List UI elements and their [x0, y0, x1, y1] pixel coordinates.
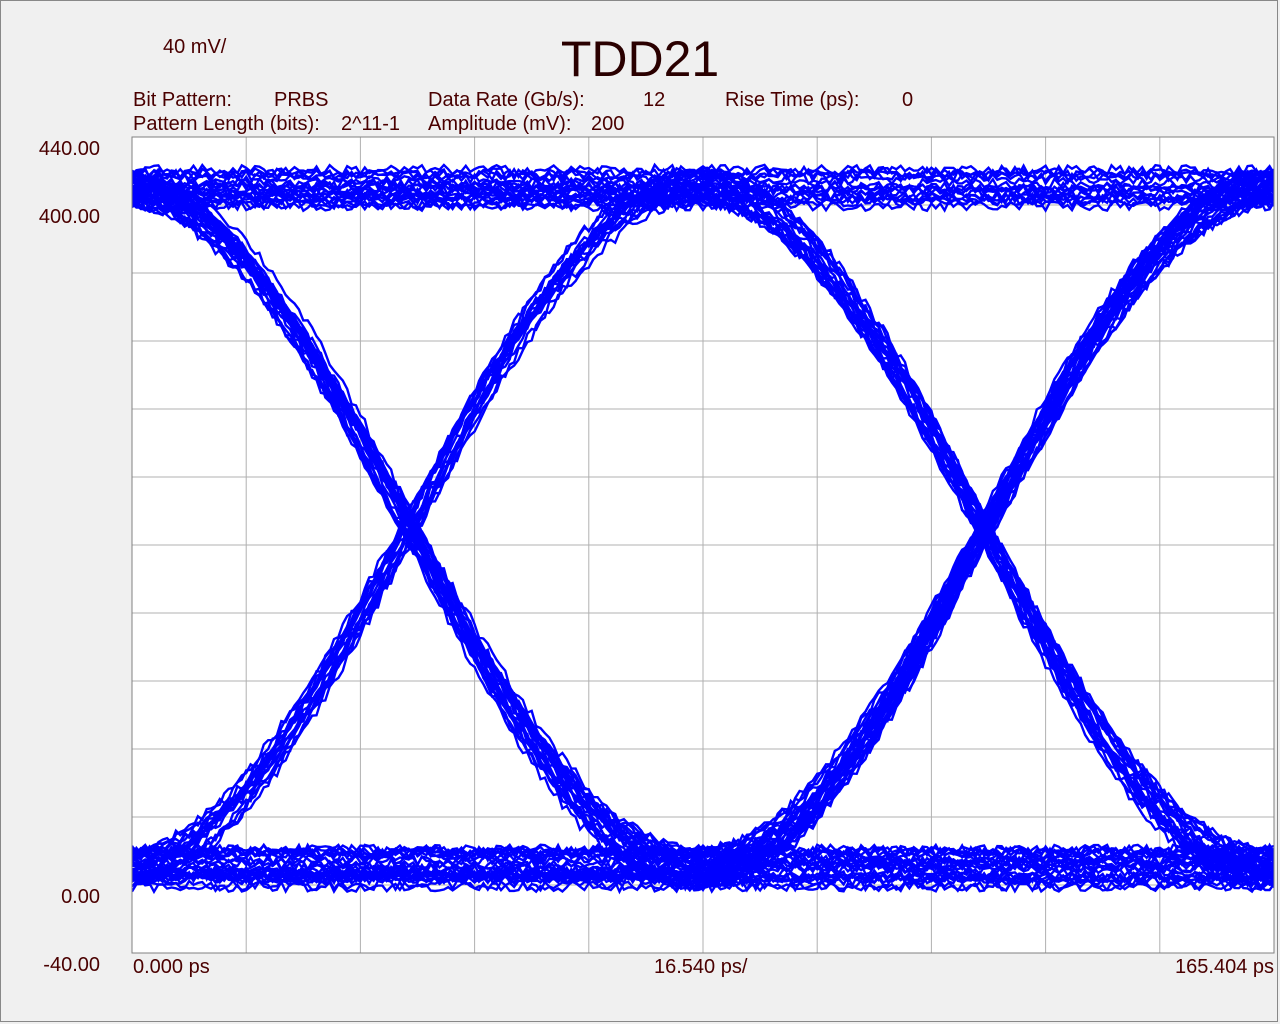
eye-diagram-plot — [131, 136, 1275, 954]
